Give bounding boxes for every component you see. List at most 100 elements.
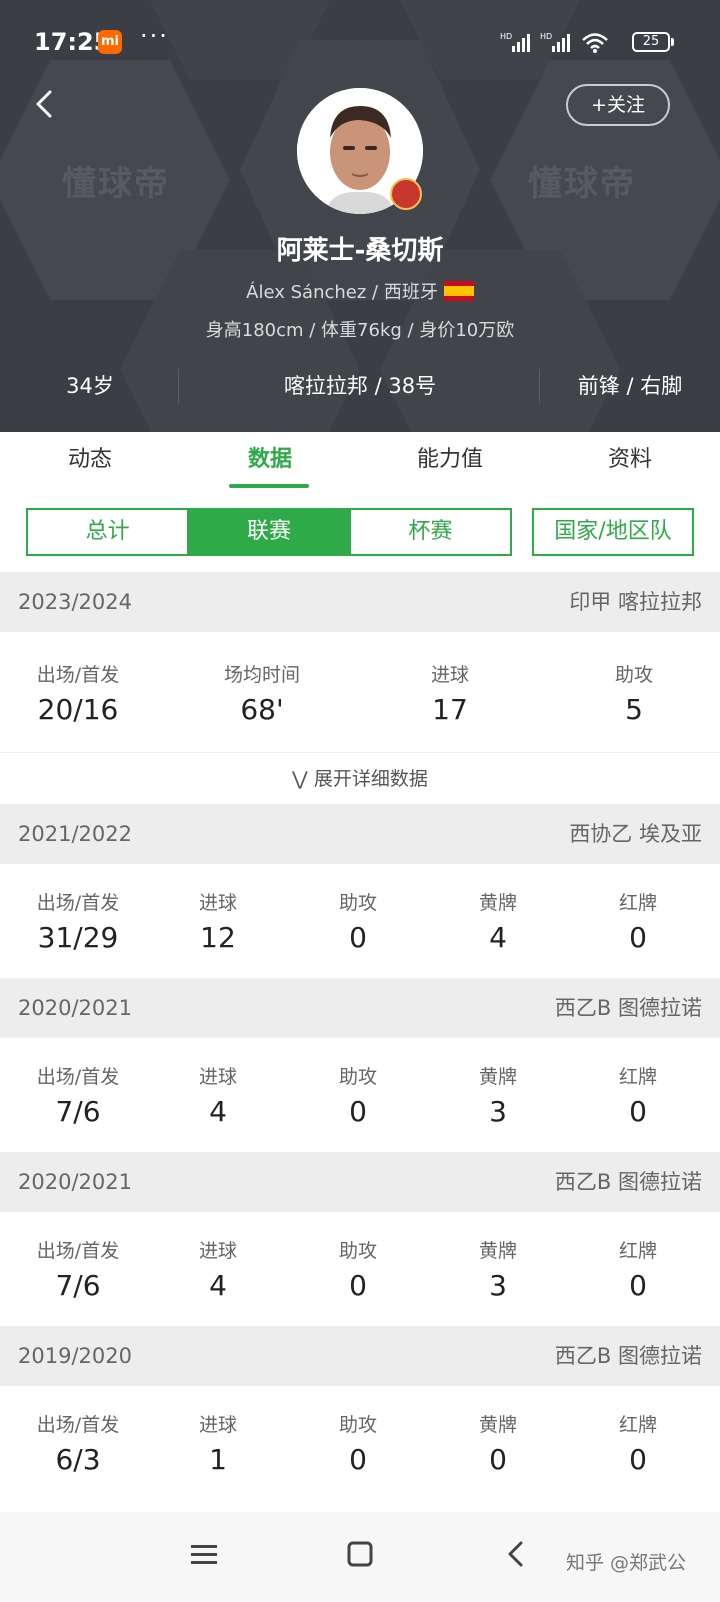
stat-label: 进球: [198, 1414, 237, 1436]
tab-profile[interactable]: 资料: [540, 432, 720, 492]
season-year: 2020/2021: [18, 1170, 132, 1194]
svg-text:HD: HD: [540, 32, 552, 41]
stat-label: 进球: [430, 664, 469, 686]
status-bar: 17:25 mi ··· HD HD 25: [0, 0, 720, 80]
back-arrow-icon[interactable]: [30, 86, 60, 122]
player-subtitle: Álex Sánchez / 西班牙: [0, 278, 720, 304]
stat-item: 进球 1: [148, 1410, 288, 1476]
back-icon[interactable]: [502, 1540, 530, 1570]
season-league: 西乙B 图德拉诺: [554, 1344, 702, 1368]
stat-item: 出场/首发 6/3: [8, 1410, 148, 1476]
stat-item: 进球 17: [372, 660, 528, 726]
filter-league[interactable]: 联赛: [187, 510, 349, 554]
player-name: 阿莱士-桑切斯: [276, 236, 444, 266]
tab-news[interactable]: 动态: [0, 432, 180, 492]
chevron-double-down-icon: ⋁: [292, 768, 308, 790]
filter-national-team[interactable]: 国家/地区队: [534, 510, 692, 554]
season-year: 2021/2022: [18, 822, 132, 846]
player-age: 34岁: [66, 374, 114, 398]
season-stats: 出场/首发 7/6 进球 4 助攻 0 黄牌 3 红牌 0: [0, 1038, 720, 1152]
season-stats: 出场/首发 6/3 进球 1 助攻 0 黄牌 0 红牌 0: [0, 1386, 720, 1512]
player-position-foot: 前锋 / 右脚: [577, 374, 683, 398]
stat-value: 0: [349, 921, 367, 954]
stat-value: 20/16: [37, 693, 119, 726]
competition-filter-bar: 总计 联赛 杯赛 国家/地区队: [0, 492, 720, 572]
stat-value: 4: [209, 1269, 227, 1302]
stat-label: 进球: [198, 1066, 237, 1088]
stat-value: 0: [629, 1443, 647, 1476]
stat-label: 助攻: [338, 1066, 377, 1088]
stat-item: 黄牌 0: [428, 1410, 568, 1476]
stat-label: 出场/首发: [36, 1240, 120, 1262]
season-header: 2020/2021 西乙B 图德拉诺: [0, 1152, 720, 1212]
stat-item: 红牌 0: [568, 888, 708, 954]
menu-icon[interactable]: [190, 1540, 218, 1570]
stat-item: 出场/首发 7/6: [8, 1236, 148, 1302]
stat-value: 5: [625, 693, 643, 726]
stat-value: 4: [209, 1095, 227, 1128]
divider: [178, 369, 179, 403]
season-year: 2020/2021: [18, 996, 132, 1020]
stat-value: 12: [200, 921, 236, 954]
stat-value: 0: [489, 1443, 507, 1476]
home-icon[interactable]: [346, 1540, 374, 1570]
stat-item: 黄牌 3: [428, 1062, 568, 1128]
season-league: 西乙B 图德拉诺: [554, 1170, 702, 1194]
signal-icon: HD: [540, 32, 570, 52]
stat-value: 31/29: [37, 921, 119, 954]
filter-total[interactable]: 总计: [28, 510, 187, 554]
season-league: 西乙B 图德拉诺: [554, 996, 702, 1020]
stat-label: 出场/首发: [36, 1066, 120, 1088]
player-club-number: 喀拉拉邦 / 38号: [283, 374, 437, 398]
stat-value: 1: [209, 1443, 227, 1476]
stat-label: 红牌: [618, 1240, 657, 1262]
stat-value: 0: [629, 1095, 647, 1128]
stat-label: 红牌: [618, 1066, 657, 1088]
season-league: 印甲 喀拉拉邦: [569, 590, 702, 614]
season-header: 2019/2020 西乙B 图德拉诺: [0, 1326, 720, 1386]
stat-value: 6/3: [55, 1443, 101, 1476]
tab-ability[interactable]: 能力值: [360, 432, 540, 492]
battery-icon: 25: [632, 32, 674, 52]
stat-item: 进球 12: [148, 888, 288, 954]
player-header: 懂球帝 懂球帝 17:25 mi ··· HD HD 25 +关注 阿莱士-桑切…: [0, 0, 720, 432]
stat-item: 红牌 0: [568, 1410, 708, 1476]
stat-item: 出场/首发 20/16: [0, 660, 156, 726]
wifi-icon: [582, 33, 608, 53]
divider: [539, 369, 540, 403]
stat-label: 进球: [198, 892, 237, 914]
filter-cup[interactable]: 杯赛: [348, 510, 510, 554]
mi-app-icon: mi: [98, 30, 122, 54]
stat-label: 出场/首发: [36, 664, 120, 686]
stat-label: 助攻: [338, 1240, 377, 1262]
stat-item: 助攻 0: [288, 888, 428, 954]
expand-details-label: 展开详细数据: [313, 768, 428, 790]
filter-national-team-box: 国家/地区队: [532, 508, 694, 556]
season-league: 西协乙 埃及亚: [569, 822, 702, 846]
spain-flag-icon: [443, 281, 474, 301]
expand-details-button[interactable]: ⋁ 展开详细数据: [0, 752, 720, 804]
stat-label: 场均时间: [223, 664, 300, 686]
stat-label: 黄牌: [478, 892, 517, 914]
stat-value: 0: [349, 1269, 367, 1302]
stat-item: 进球 4: [148, 1236, 288, 1302]
stat-label: 出场/首发: [36, 892, 120, 914]
season-year: 2019/2020: [18, 1344, 132, 1368]
season-stats: 出场/首发 7/6 进球 4 助攻 0 黄牌 3 红牌 0: [0, 1212, 720, 1326]
stat-value: 3: [489, 1095, 507, 1128]
tab-data[interactable]: 数据: [180, 432, 360, 492]
stat-value: 0: [629, 1269, 647, 1302]
competition-segmented-control: 总计 联赛 杯赛: [26, 508, 512, 556]
season-header: 2021/2022 西协乙 埃及亚: [0, 804, 720, 864]
season-stats: 出场/首发 20/16 场均时间 68' 进球 17 助攻 5: [0, 632, 720, 752]
watermark-logo: 懂球帝: [62, 164, 170, 204]
season-header: 2020/2021 西乙B 图德拉诺: [0, 978, 720, 1038]
signal-icon: HD: [500, 32, 530, 52]
follow-button[interactable]: +关注: [566, 84, 670, 126]
stat-item: 出场/首发 7/6: [8, 1062, 148, 1128]
stat-label: 助攻: [338, 892, 377, 914]
stat-label: 红牌: [618, 892, 657, 914]
stat-item: 助攻 0: [288, 1236, 428, 1302]
stat-label: 黄牌: [478, 1240, 517, 1262]
stat-value: 68': [240, 693, 284, 726]
